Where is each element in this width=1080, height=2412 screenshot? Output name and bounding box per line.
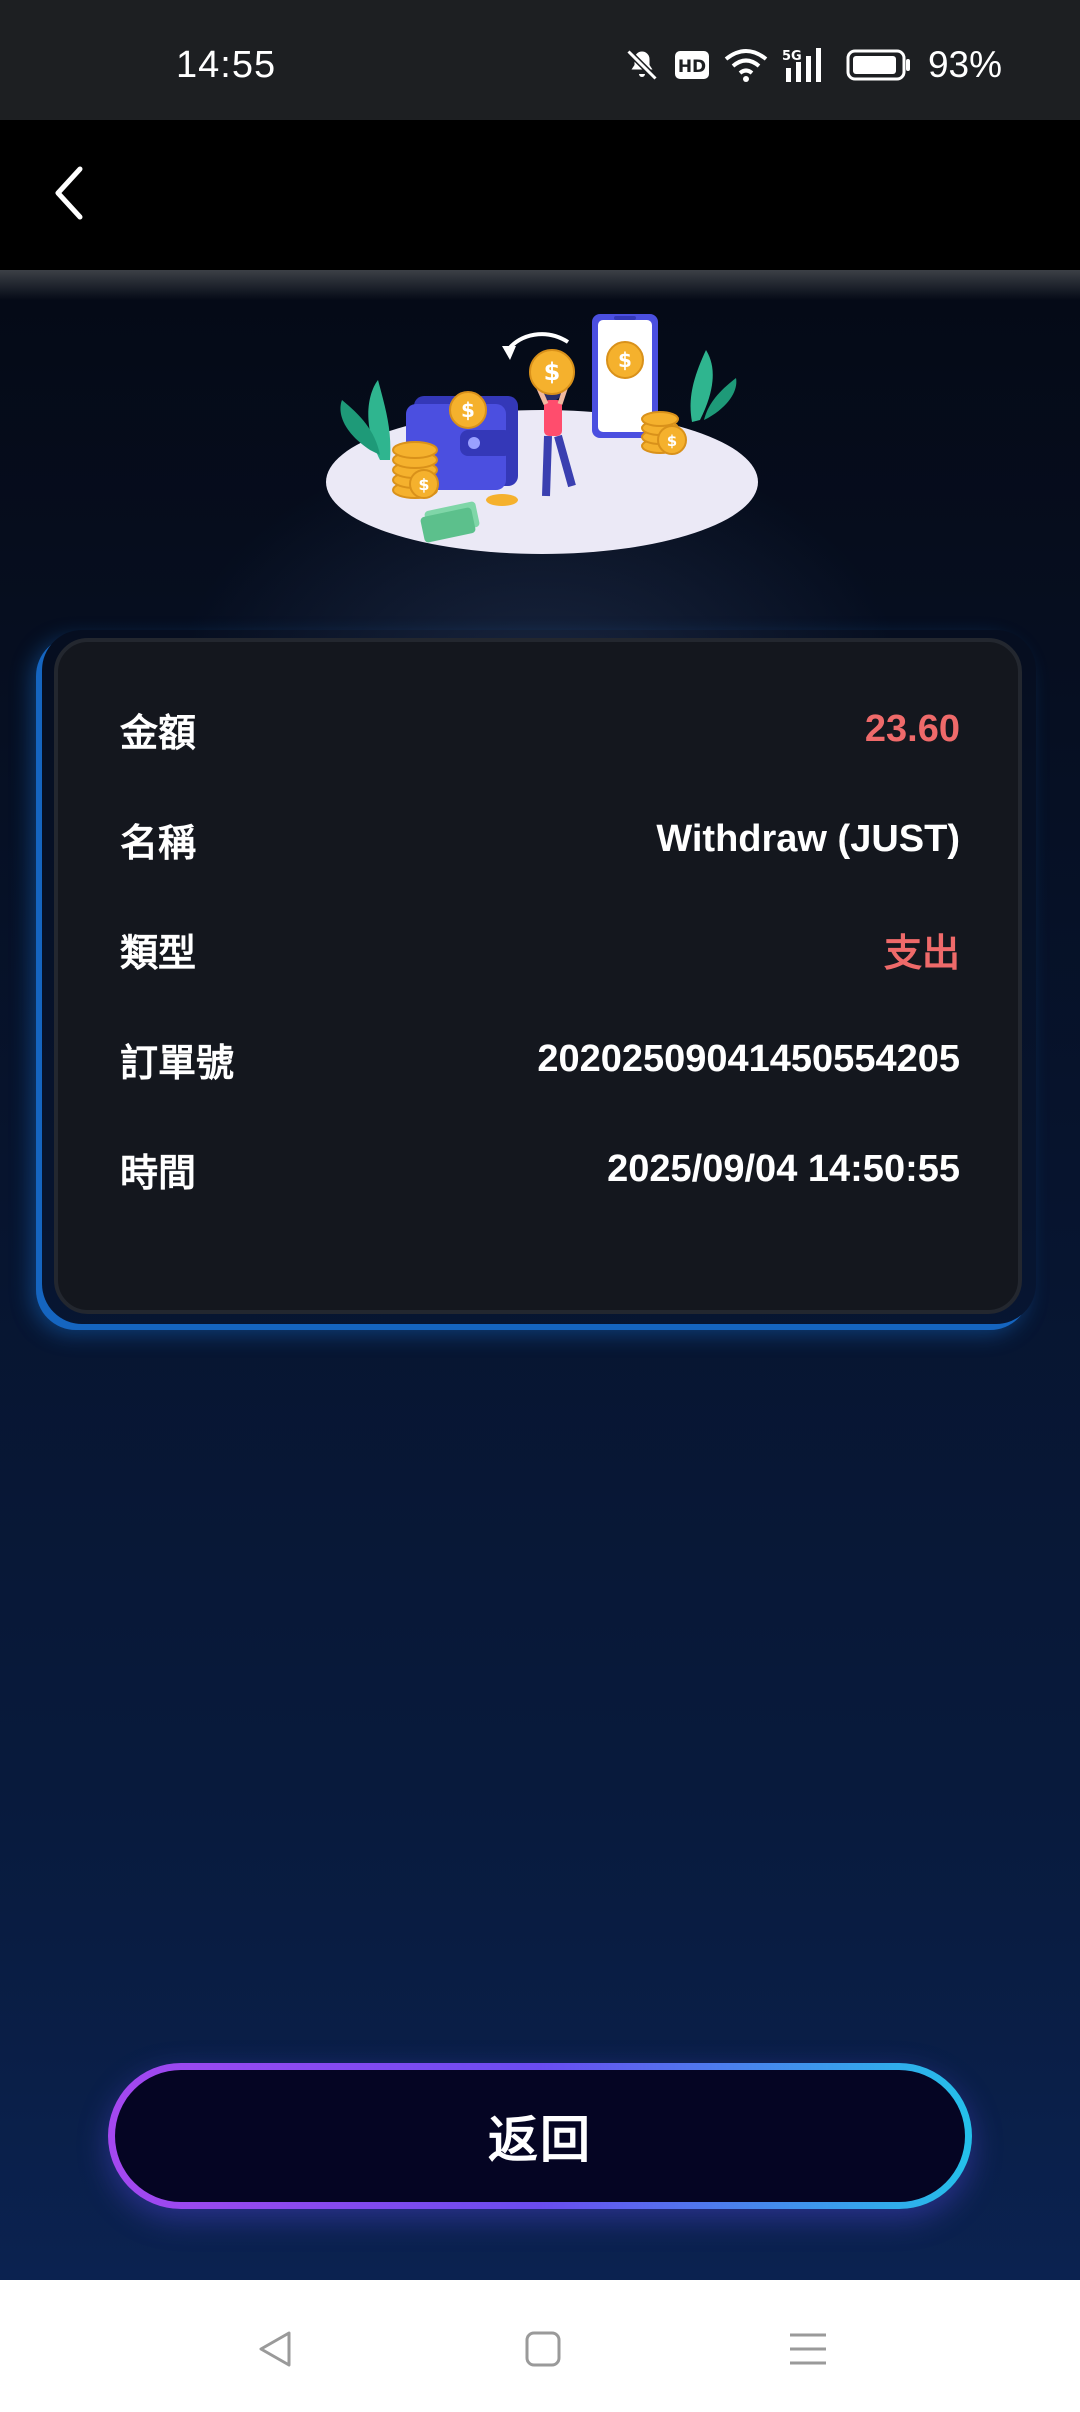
type-label: 類型 bbox=[120, 932, 197, 975]
wifi-icon bbox=[724, 47, 768, 83]
detail-row-order-number: 訂單號 20202509041450554205 bbox=[120, 1024, 960, 1094]
svg-text:$: $ bbox=[667, 432, 677, 450]
name-value: Withdraw (JUST) bbox=[656, 817, 960, 860]
status-time: 14:55 bbox=[176, 44, 277, 86]
time-value: 2025/09/04 14:50:55 bbox=[607, 1147, 960, 1190]
svg-text:5G: 5G bbox=[782, 49, 802, 64]
nav-home-button[interactable] bbox=[503, 2316, 583, 2386]
time-label: 時間 bbox=[120, 1152, 197, 1195]
return-button-inner: 返回 bbox=[115, 2070, 965, 2202]
svg-text:HD: HD bbox=[678, 57, 706, 77]
system-nav-bar bbox=[0, 2280, 1080, 2412]
detail-row-time: 時間 2025/09/04 14:50:55 bbox=[120, 1134, 960, 1204]
order-number-value: 20202509041450554205 bbox=[537, 1037, 960, 1080]
svg-text:$: $ bbox=[418, 475, 429, 494]
app-header bbox=[0, 120, 1080, 270]
detail-row-amount: 金額 23.60 bbox=[120, 694, 960, 764]
home-square-icon bbox=[523, 2329, 563, 2374]
wallet-coins-illustration: $ $ $ $ $ bbox=[320, 300, 760, 560]
hd-icon: HD bbox=[674, 49, 710, 81]
name-label: 名稱 bbox=[120, 822, 197, 865]
svg-text:$: $ bbox=[461, 398, 475, 422]
order-number-label: 訂單號 bbox=[120, 1042, 235, 1085]
battery-icon bbox=[846, 48, 912, 82]
svg-text:$: $ bbox=[544, 358, 561, 386]
status-bar: 14:55 HD 5G 93% bbox=[0, 0, 1080, 120]
return-button[interactable]: 返回 bbox=[108, 2063, 972, 2209]
bell-off-icon bbox=[624, 47, 660, 83]
nav-menu-button[interactable] bbox=[768, 2316, 848, 2386]
back-button[interactable] bbox=[30, 150, 110, 240]
amount-value: 23.60 bbox=[864, 707, 960, 750]
back-triangle-icon bbox=[255, 2329, 295, 2374]
svg-text:$: $ bbox=[618, 348, 632, 372]
nav-back-button[interactable] bbox=[235, 2316, 315, 2386]
header-divider bbox=[0, 270, 1080, 300]
status-icons: HD 5G 93% bbox=[624, 40, 1002, 90]
detail-row-type: 類型 支出 bbox=[120, 914, 960, 984]
battery-percent: 93% bbox=[927, 44, 1002, 85]
return-button-label: 返回 bbox=[488, 2112, 592, 2168]
chevron-left-icon bbox=[50, 165, 90, 226]
transaction-details-card: 金額 23.60 名稱 Withdraw (JUST) 類型 支出 訂單號 20… bbox=[54, 638, 1022, 1314]
menu-lines-icon bbox=[787, 2329, 829, 2374]
5g-signal-icon: 5G bbox=[782, 46, 832, 84]
amount-label: 金額 bbox=[120, 712, 197, 755]
detail-row-name: 名稱 Withdraw (JUST) bbox=[120, 804, 960, 874]
type-value: 支出 bbox=[883, 932, 960, 975]
